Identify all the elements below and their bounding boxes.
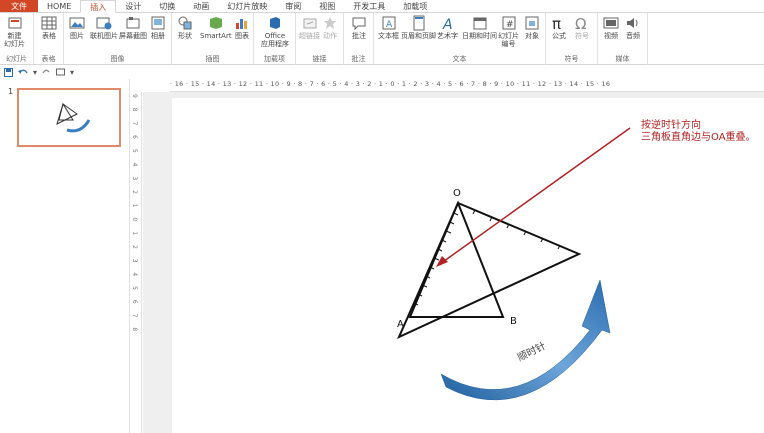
triangle-oab[interactable] (408, 200, 505, 318)
rotation-arrow[interactable] (440, 279, 611, 401)
powerpoint-window: 文件 HOME 插入 设计 切换 动画 幻灯片放映 审阅 视图 开发工具 加载项… (0, 0, 764, 433)
annotation-note-line1: 按逆时针方向 (641, 120, 701, 131)
annotation-note-line2: 三角板直角边与OA重叠。 (641, 132, 756, 143)
point-b-label: B (510, 316, 517, 327)
slide-drawing (397, 127, 631, 401)
point-a-label: A (397, 319, 404, 330)
annotation-arrow (439, 127, 631, 265)
annotation-arrow-head (436, 256, 448, 267)
point-o-label: O (453, 188, 461, 199)
annotation-note: 按逆时针方向 三角板直角边与OA重叠。 (641, 120, 756, 144)
